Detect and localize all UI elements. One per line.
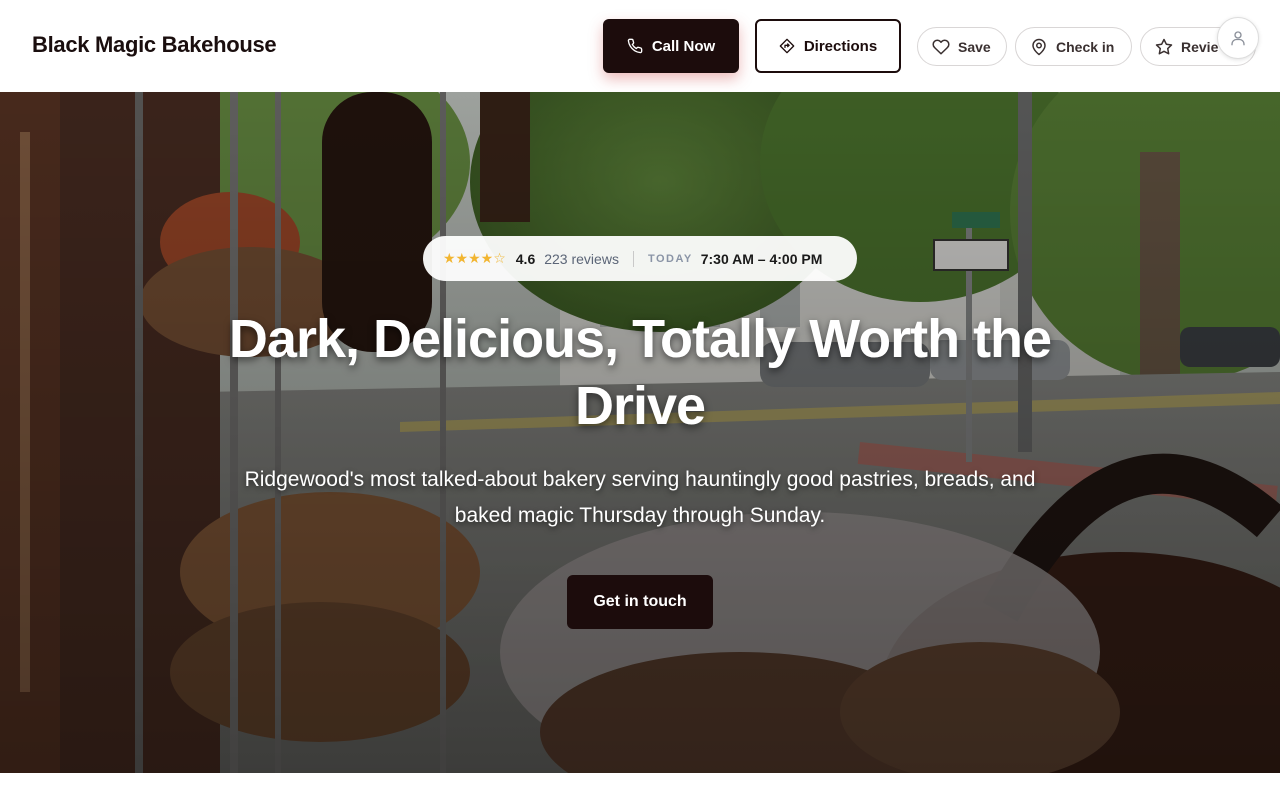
call-now-button[interactable]: Call Now bbox=[603, 19, 739, 73]
opening-hours: 7:30 AM – 4:00 PM bbox=[700, 250, 823, 267]
review-label: Revie bbox=[1181, 38, 1219, 55]
save-label: Save bbox=[958, 38, 991, 55]
phone-icon bbox=[627, 38, 643, 54]
rating-stars: ★★★★☆ bbox=[443, 250, 506, 266]
hero-headline: Dark, Delicious, Totally Worth the Drive bbox=[228, 309, 1052, 436]
directions-icon bbox=[779, 38, 795, 54]
star-icon bbox=[1155, 38, 1173, 56]
get-in-touch-button[interactable]: Get in touch bbox=[567, 575, 713, 629]
user-icon bbox=[1229, 29, 1247, 47]
rating-value: 4.6 bbox=[515, 250, 536, 267]
save-button[interactable]: Save bbox=[917, 27, 1007, 66]
directions-label: Directions bbox=[803, 37, 878, 55]
today-label: TODAY bbox=[647, 252, 693, 265]
heart-icon bbox=[932, 38, 950, 56]
map-pin-icon bbox=[1030, 38, 1048, 56]
account-button[interactable] bbox=[1217, 17, 1259, 59]
review-count-link[interactable]: 223 reviews bbox=[544, 251, 619, 267]
site-header: Black Magic Bakehouse Call Now Direction… bbox=[0, 0, 1280, 92]
business-info-pill: ★★★★☆ 4.6 223 reviews TODAY 7:30 AM – 4:… bbox=[423, 236, 857, 281]
brand-name[interactable]: Black Magic Bakehouse bbox=[32, 32, 277, 58]
call-now-label: Call Now bbox=[651, 37, 716, 55]
check-in-button[interactable]: Check in bbox=[1015, 27, 1132, 66]
directions-button[interactable]: Directions bbox=[755, 19, 901, 73]
hero-subheadline: Ridgewood's most talked-about bakery ser… bbox=[244, 468, 1036, 527]
info-divider bbox=[632, 250, 634, 267]
check-in-label: Check in bbox=[1056, 38, 1115, 55]
hero-section: ★★★★☆ 4.6 223 reviews TODAY 7:30 AM – 4:… bbox=[0, 92, 1280, 773]
